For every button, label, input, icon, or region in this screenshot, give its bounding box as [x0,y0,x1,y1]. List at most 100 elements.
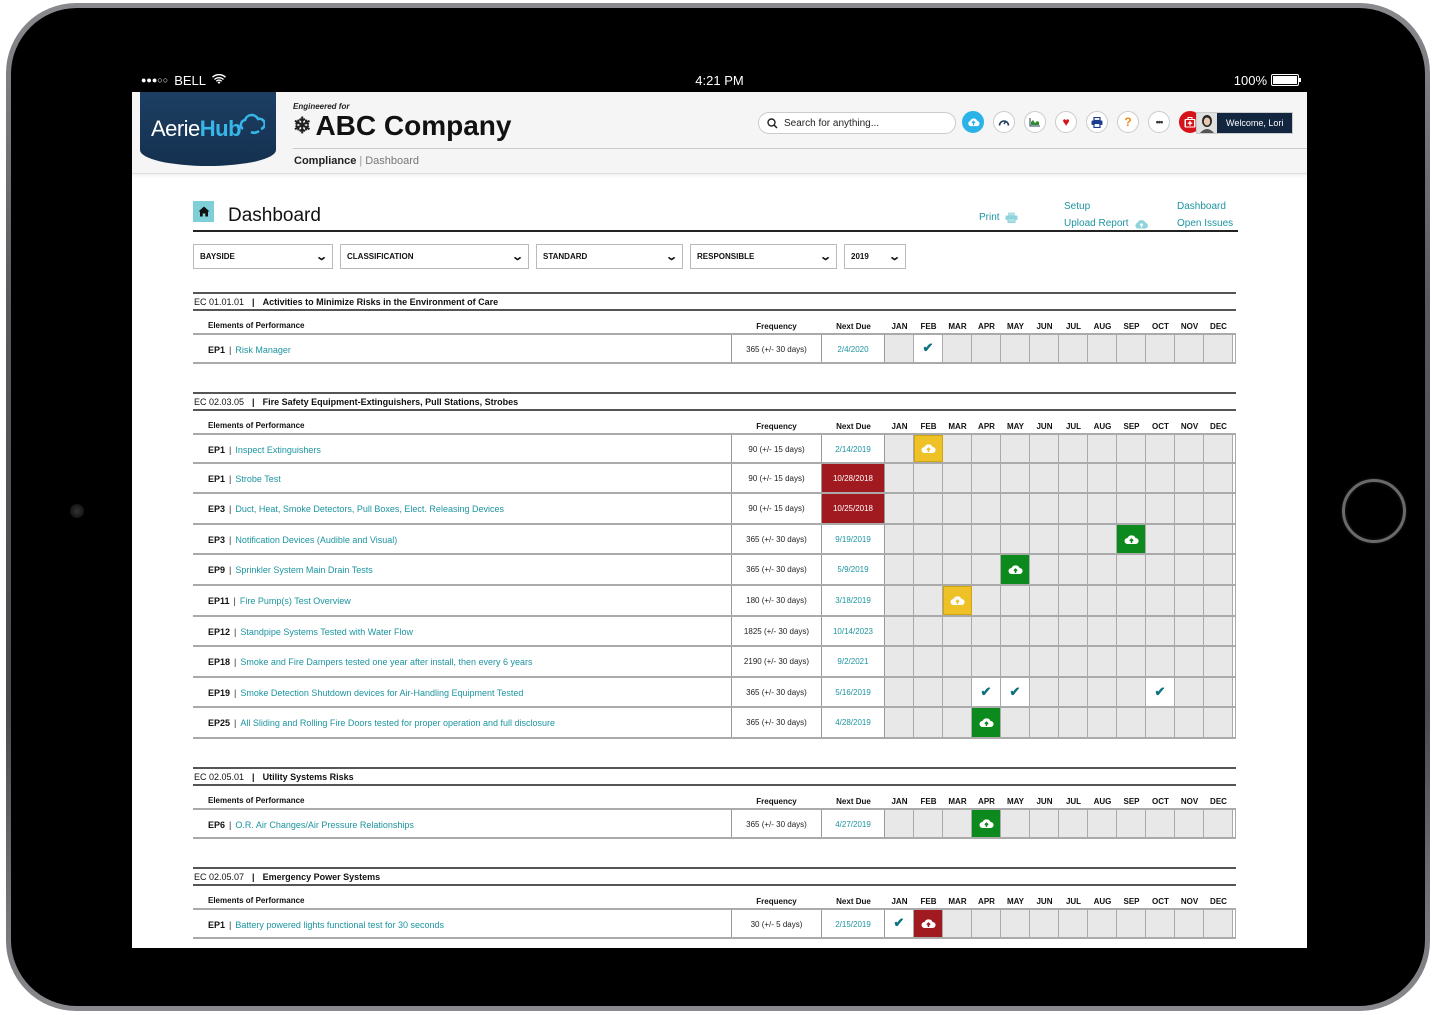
month-cell[interactable] [885,555,914,584]
month-cell[interactable] [1001,494,1030,523]
month-cell[interactable] [885,647,914,676]
month-cell[interactable] [943,555,972,584]
ep-name-link[interactable]: Standpipe Systems Tested with Water Flow [240,627,413,637]
month-cell-complete[interactable]: ✔ [885,910,914,937]
month-cell[interactable] [1088,810,1117,837]
ep-name-link[interactable]: Sprinkler System Main Drain Tests [235,565,372,575]
heart-icon[interactable]: ♥ [1055,111,1077,133]
ep-name-link[interactable]: Battery powered lights functional test f… [235,920,444,930]
month-cell[interactable] [1146,463,1175,493]
month-cell[interactable] [1088,555,1117,584]
month-cell[interactable] [1030,524,1059,554]
ep-name-link[interactable]: All Sliding and Rolling Fire Doors teste… [240,718,555,728]
month-cell[interactable] [943,463,972,493]
month-cell[interactable] [1204,335,1233,362]
month-cell[interactable] [1146,708,1175,737]
month-cell[interactable] [1059,677,1088,707]
month-cell[interactable] [1030,616,1059,646]
month-cell[interactable] [943,524,972,554]
month-cell[interactable] [1117,708,1146,737]
month-cell[interactable] [885,810,914,837]
month-cell[interactable] [943,647,972,676]
month-cell[interactable] [1175,910,1204,937]
month-cell[interactable] [1030,677,1059,707]
month-cell[interactable] [1146,555,1175,584]
month-cell[interactable] [1204,810,1233,837]
next-due-cell[interactable]: 10/28/2018 [822,463,885,493]
more-icon[interactable]: ••• [1148,111,1170,133]
month-cell[interactable] [1146,647,1175,676]
ep-name-link[interactable]: Duct, Heat, Smoke Detectors, Pull Boxes,… [235,504,504,514]
month-cell[interactable] [1088,677,1117,707]
month-cell[interactable] [1088,524,1117,554]
month-cell-uploaded[interactable] [972,810,1001,837]
responsible-filter[interactable]: RESPONSIBLE ⌄ [690,244,837,269]
month-cell-due[interactable] [943,585,972,615]
ep-name-link[interactable]: Smoke Detection Shutdown devices for Air… [240,688,523,698]
month-cell[interactable] [1175,810,1204,837]
month-cell[interactable] [1059,616,1088,646]
month-cell[interactable] [1059,463,1088,493]
search-input[interactable]: Search for anything... [758,112,956,134]
dashboard-gauge-icon[interactable] [993,111,1015,133]
month-cell[interactable] [1117,810,1146,837]
month-cell[interactable] [1117,585,1146,615]
month-cell[interactable] [1175,555,1204,584]
chart-icon[interactable] [1024,111,1046,133]
month-cell[interactable] [1001,810,1030,837]
month-cell[interactable] [1030,494,1059,523]
month-cell[interactable] [1175,616,1204,646]
month-cell[interactable] [1146,524,1175,554]
month-cell[interactable] [885,494,914,523]
month-cell[interactable] [1088,647,1117,676]
month-cell[interactable] [1001,647,1030,676]
month-cell[interactable] [1059,335,1088,362]
next-due-cell[interactable]: 9/2/2021 [822,647,885,676]
month-cell[interactable] [914,647,943,676]
month-cell[interactable] [1030,335,1059,362]
month-cell[interactable] [1204,647,1233,676]
month-cell[interactable] [972,555,1001,584]
month-cell[interactable] [1088,435,1117,462]
month-cell[interactable] [1117,555,1146,584]
month-cell[interactable] [1146,616,1175,646]
month-cell[interactable] [914,677,943,707]
year-filter[interactable]: 2019 ⌄ [844,244,906,269]
month-cell[interactable] [943,677,972,707]
home-button[interactable] [1342,479,1406,543]
month-cell[interactable] [972,435,1001,462]
month-cell[interactable] [1001,585,1030,615]
next-due-cell[interactable]: 5/9/2019 [822,555,885,584]
month-cell[interactable] [1175,677,1204,707]
month-cell-complete[interactable]: ✔ [1146,677,1175,707]
month-cell[interactable] [1059,494,1088,523]
month-cell[interactable] [972,585,1001,615]
month-cell[interactable] [1204,555,1233,584]
month-cell[interactable] [1059,435,1088,462]
month-cell-uploaded[interactable] [1001,555,1030,584]
month-cell[interactable] [1088,463,1117,493]
month-cell[interactable] [1204,494,1233,523]
month-cell[interactable] [1001,335,1030,362]
month-cell-uploaded[interactable] [1117,524,1146,554]
month-cell[interactable] [1146,810,1175,837]
month-cell[interactable] [943,708,972,737]
next-due-cell[interactable]: 5/16/2019 [822,677,885,707]
month-cell[interactable] [1204,708,1233,737]
month-cell[interactable] [1117,463,1146,493]
month-cell[interactable] [1030,555,1059,584]
month-cell[interactable] [943,910,972,937]
next-due-cell[interactable]: 9/19/2019 [822,524,885,554]
month-cell[interactable] [972,616,1001,646]
month-cell[interactable] [1001,524,1030,554]
month-cell[interactable] [1088,708,1117,737]
next-due-cell[interactable]: 4/27/2019 [822,810,885,837]
month-cell[interactable] [914,463,943,493]
next-due-cell[interactable]: 10/25/2018 [822,494,885,523]
month-cell[interactable] [1175,435,1204,462]
month-cell[interactable] [1175,708,1204,737]
month-cell[interactable] [1204,463,1233,493]
next-due-cell[interactable]: 4/28/2019 [822,708,885,737]
classification-filter[interactable]: CLASSIFICATION ⌄ [340,244,529,269]
month-cell[interactable] [1204,585,1233,615]
